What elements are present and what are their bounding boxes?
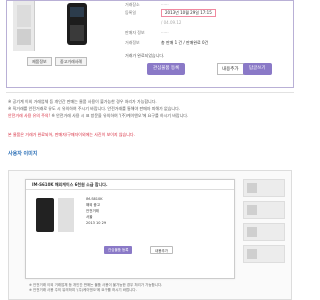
row-label: 거래정보 xyxy=(125,40,140,45)
date-highlight: 2013년 10월 29일 17:15 xyxy=(161,9,216,17)
interest-button[interactable]: 관심물품 등록 xyxy=(147,63,186,75)
listing-card: 거래장소 ······ 등록일 2013년 10월 29일 17:15 / 04… xyxy=(6,0,294,88)
mini-interest-button: 관심물품 등록 xyxy=(104,246,133,254)
row-value: 총 판매 1 건 / 판매완료 0건 xyxy=(161,40,209,45)
note-text: ※ 안전거래 사용 시 표 방문을 유의하여 '(주)케이앤오'에 요구를 하시… xyxy=(51,113,189,118)
mini-photo-image xyxy=(58,198,74,232)
product-photo-phone[interactable] xyxy=(67,3,87,45)
thumbnail-image xyxy=(247,249,257,259)
note-line: 안전거래 사용 유의 주의! ※ 안전거래 사용 시 표 방문을 유의하여 '(… xyxy=(8,112,292,119)
note-highlight: 안전거래 사용 유의 주의! xyxy=(8,113,51,118)
mini-table-row: 2013 10 29 xyxy=(86,221,107,225)
note-line: ※ 직거래를 안전거래로 유도 시 유의하여 주시기 바랍니다. 안전거래를 통… xyxy=(8,106,181,111)
side-thumbnail xyxy=(243,201,285,219)
screenshot-title: IM-S610K 해외케이스 6천원 소급 합니다. xyxy=(26,180,234,190)
trade-complete-warning: 본 물품은 거래가 완료되어, 판매자/구매자이외에는 사진이 보이지 않습니다… xyxy=(8,132,135,137)
row-value: ······ xyxy=(161,30,169,35)
thumbnail-image xyxy=(247,183,257,193)
note-line: ※ 공기계 이외 거래업체 등 개인간 판매는 물품 사용이 불가능한 경우 처… xyxy=(8,99,157,104)
row-trade: 거래정보 총 판매 1 건 / 판매완료 0건 xyxy=(125,39,295,47)
reply-button[interactable]: 답글쓰기 xyxy=(243,63,272,75)
side-thumbnail xyxy=(243,223,285,241)
thumbnail-image xyxy=(247,227,257,237)
used-trade-button[interactable]: 중고거래사례 xyxy=(55,57,88,66)
mini-phone-image xyxy=(36,198,54,232)
row-extra: / 04.09.12 xyxy=(125,19,295,27)
row-label: 판매자 정보 xyxy=(125,30,145,35)
notes-block: ※ 공기계 이외 거래업체 등 개인간 판매는 물품 사용이 불가능한 경우 처… xyxy=(8,98,292,119)
row-label: 거래장소 xyxy=(125,2,140,7)
product-photo-main[interactable] xyxy=(13,1,35,51)
side-thumbnail xyxy=(243,245,285,263)
trade-complete-note: 거래가 완료되었습니다. xyxy=(125,53,165,58)
mini-add-button: 내용추가 xyxy=(150,246,173,254)
photo-bottom xyxy=(17,29,31,45)
section-title: 사용자 이미지 xyxy=(8,151,38,157)
row-seller: 판매자 정보 ······ xyxy=(125,29,295,37)
divider xyxy=(6,92,294,93)
phone-screen xyxy=(70,7,84,17)
thumbnail-image xyxy=(247,205,257,215)
photo-top xyxy=(17,5,31,27)
side-thumbnail xyxy=(243,179,285,197)
product-info-button[interactable]: 제품정보 xyxy=(27,57,52,66)
phone-keypad xyxy=(70,25,84,41)
user-image-screenshot: IM-S610K 해외케이스 6천원 소급 합니다. IM-S610K 해외 중… xyxy=(8,170,292,300)
row-location: 거래장소 ······ xyxy=(125,1,295,9)
row-label: 등록일 xyxy=(125,10,137,15)
screenshot-notes: ※ 안전거래 이외 거래업체 등 개인간 판매는 물품 사용이 불가능한 경우 … xyxy=(29,283,279,293)
mini-table: IM-S610K 해외 중고 안전거래 서울 2013 10 29 xyxy=(86,196,196,226)
add-content-button[interactable]: 내용추가 xyxy=(217,63,244,75)
row-date: 등록일 2013년 10월 29일 17:15 xyxy=(125,9,295,17)
screenshot-note-line: ※ 안전거래 사용 주의 유의하여 '(주)케이앤오'에 요구를 하시기 바랍니… xyxy=(29,288,137,292)
screenshot-inner: IM-S610K 해외케이스 6천원 소급 합니다. IM-S610K 해외 중… xyxy=(25,179,235,279)
row-value: / 04.09.12 xyxy=(161,20,182,25)
row-value: ······ xyxy=(161,2,169,7)
